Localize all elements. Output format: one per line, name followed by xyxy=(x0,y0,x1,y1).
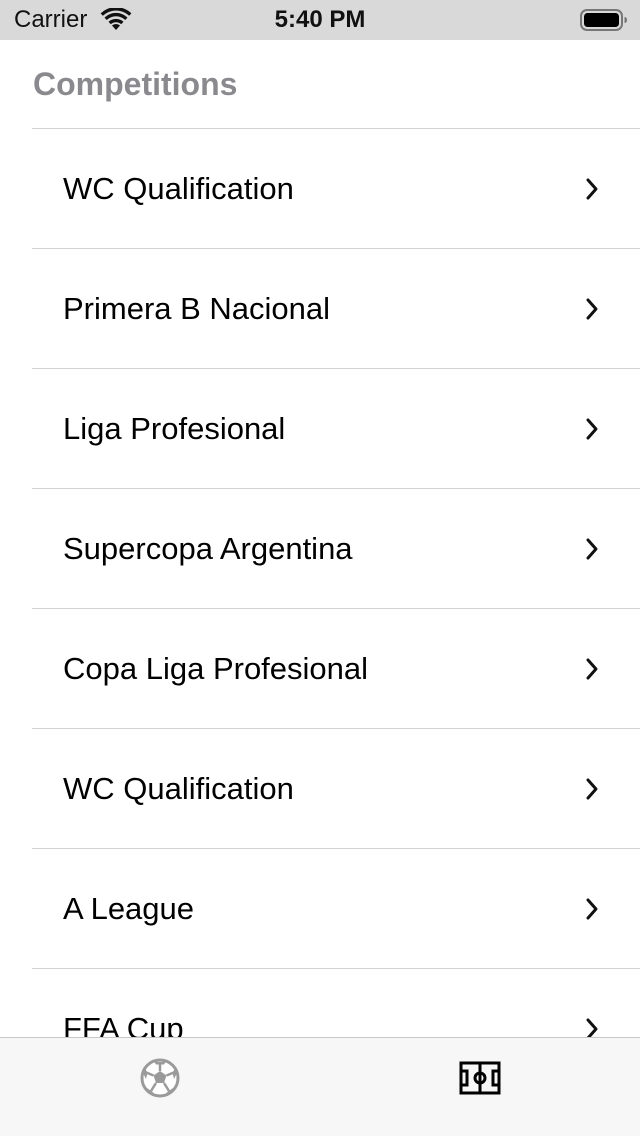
chevron-right-icon xyxy=(586,178,598,200)
competition-row[interactable]: Liga Profesional xyxy=(32,369,640,489)
football-field-icon xyxy=(459,1061,501,1095)
chevron-right-icon xyxy=(586,538,598,560)
battery-icon xyxy=(580,9,627,31)
competition-row[interactable]: FFA Cup xyxy=(32,969,640,1037)
tab-competitions[interactable] xyxy=(320,1038,640,1136)
competitions-list[interactable]: WC Qualification Primera B Nacional Liga… xyxy=(0,129,640,1037)
soccer-ball-icon xyxy=(140,1058,180,1098)
competition-row[interactable]: WC Qualification xyxy=(32,129,640,249)
competition-row[interactable]: Copa Liga Profesional xyxy=(32,609,640,729)
competition-row[interactable]: A League xyxy=(32,849,640,969)
page-title: Competitions xyxy=(33,66,238,102)
competition-label: Liga Profesional xyxy=(63,411,286,446)
competition-label: FFA Cup xyxy=(63,1011,184,1037)
chevron-right-icon xyxy=(586,898,598,920)
screen: Carrier 5:40 PM Competitions WC Qualific… xyxy=(0,0,640,1136)
competition-label: Supercopa Argentina xyxy=(63,531,353,566)
competition-label: Copa Liga Profesional xyxy=(63,651,369,686)
tab-bar xyxy=(0,1037,640,1136)
tab-matches[interactable] xyxy=(0,1038,320,1136)
competition-row[interactable]: WC Qualification xyxy=(32,729,640,849)
chevron-right-icon xyxy=(586,658,598,680)
competition-label: A League xyxy=(63,891,195,926)
clock: 5:40 PM xyxy=(274,6,366,33)
chevron-right-icon xyxy=(586,298,598,320)
status-bar: Carrier 5:40 PM xyxy=(0,0,640,40)
competition-label: WC Qualification xyxy=(63,771,294,806)
competition-row[interactable]: Primera B Nacional xyxy=(32,249,640,369)
competition-row[interactable]: Supercopa Argentina xyxy=(32,489,640,609)
chevron-right-icon xyxy=(586,1018,598,1037)
chevron-right-icon xyxy=(586,418,598,440)
competition-label: WC Qualification xyxy=(63,171,294,206)
chevron-right-icon xyxy=(586,778,598,800)
competition-label: Primera B Nacional xyxy=(63,291,331,326)
